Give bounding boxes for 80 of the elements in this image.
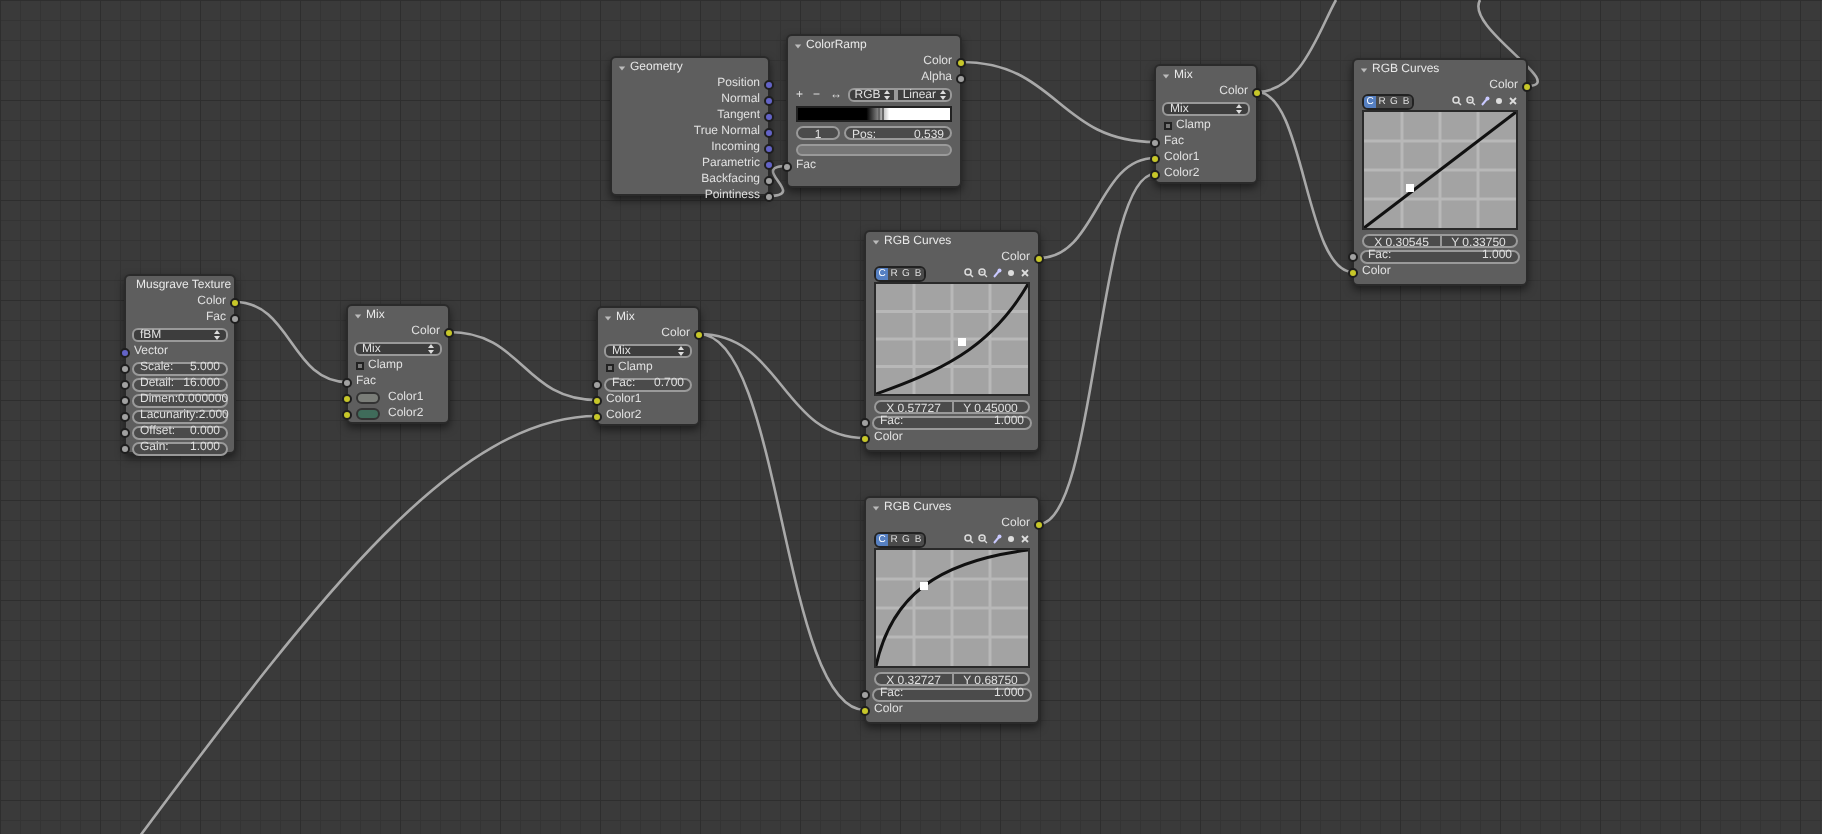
node-socket[interactable] (764, 159, 774, 169)
node-socket[interactable] (1150, 153, 1160, 163)
close-icon[interactable] (1020, 534, 1030, 544)
close-icon[interactable] (1020, 268, 1030, 278)
node-socket[interactable] (592, 411, 602, 421)
node-socket[interactable] (1034, 253, 1044, 263)
collapse-caret-icon[interactable] (354, 311, 362, 319)
collapse-caret-icon[interactable] (872, 503, 880, 511)
node-socket[interactable] (120, 443, 130, 453)
node-socket[interactable] (764, 143, 774, 153)
zoom-out-icon[interactable] (1466, 96, 1476, 106)
node-socket[interactable] (764, 127, 774, 137)
node-socket[interactable] (120, 347, 130, 357)
node-socket[interactable] (764, 95, 774, 105)
updown-arrow-icon (678, 346, 684, 356)
node-socket[interactable] (1034, 519, 1044, 529)
node-socket[interactable] (1522, 81, 1532, 91)
color-swatch[interactable] (356, 408, 380, 420)
checkbox[interactable] (1164, 122, 1172, 130)
zoom-in-icon[interactable] (964, 534, 974, 544)
node-socket[interactable] (1348, 267, 1358, 277)
zoom-in-icon[interactable] (1452, 96, 1462, 106)
updown-arrow-icon (1236, 104, 1242, 114)
node-socket[interactable] (764, 111, 774, 121)
updown-arrow-icon (214, 330, 220, 340)
node-socket[interactable] (1252, 87, 1262, 97)
collapse-caret-icon[interactable] (1162, 71, 1170, 79)
zoom-in-icon[interactable] (964, 268, 974, 278)
node-socket[interactable] (1150, 137, 1160, 147)
checkbox[interactable] (356, 362, 364, 370)
wrench-icon[interactable] (1480, 96, 1490, 106)
node-socket[interactable] (694, 329, 704, 339)
node-socket[interactable] (120, 395, 130, 405)
zoom-out-icon[interactable] (978, 268, 988, 278)
node-socket[interactable] (230, 313, 240, 323)
collapse-caret-icon[interactable] (1360, 65, 1368, 73)
node-socket[interactable] (956, 73, 966, 83)
color-ramp-bar[interactable] (796, 106, 952, 122)
node-socket[interactable] (120, 427, 130, 437)
node-socket[interactable] (1150, 169, 1160, 179)
node-socket[interactable] (592, 379, 602, 389)
node-socket[interactable] (956, 57, 966, 67)
stop-color-field[interactable] (796, 144, 952, 156)
collapse-caret-icon[interactable] (872, 237, 880, 245)
updown-arrow-icon (884, 90, 891, 100)
node-link (768, 164, 788, 198)
collapse-caret-icon[interactable] (618, 63, 626, 71)
node-socket[interactable] (764, 175, 774, 185)
node-socket[interactable] (860, 417, 870, 427)
updown-arrow-icon (940, 90, 946, 100)
node-link (1477, 0, 1539, 88)
node-socket[interactable] (764, 191, 774, 201)
node-socket[interactable] (592, 395, 602, 405)
color-swatch[interactable] (356, 392, 380, 404)
node-socket[interactable] (860, 705, 870, 715)
close-icon[interactable] (1508, 96, 1518, 106)
node-socket[interactable] (342, 377, 352, 387)
node-socket[interactable] (120, 411, 130, 421)
node-socket[interactable] (860, 689, 870, 699)
node-socket[interactable] (860, 433, 870, 443)
node-socket[interactable] (444, 327, 454, 337)
node-socket[interactable] (120, 363, 130, 373)
collapse-caret-icon[interactable] (794, 41, 802, 49)
curve-point[interactable] (1405, 184, 1414, 193)
zoom-out-icon[interactable] (978, 534, 988, 544)
node-socket[interactable] (342, 393, 352, 403)
wrench-icon[interactable] (992, 268, 1002, 278)
collapse-caret-icon[interactable] (604, 313, 612, 321)
wrench-icon[interactable] (992, 534, 1002, 544)
curve-point[interactable] (920, 581, 929, 590)
node-socket[interactable] (230, 297, 240, 307)
node-link (234, 300, 348, 384)
checkbox[interactable] (606, 364, 614, 372)
node-socket[interactable] (342, 409, 352, 419)
updown-arrow-icon (428, 344, 434, 354)
node-socket[interactable] (1348, 251, 1358, 261)
node-socket[interactable] (782, 161, 792, 171)
ramp-stop-handle[interactable] (878, 108, 885, 120)
node-socket[interactable] (120, 379, 130, 389)
node-socket[interactable] (764, 79, 774, 89)
